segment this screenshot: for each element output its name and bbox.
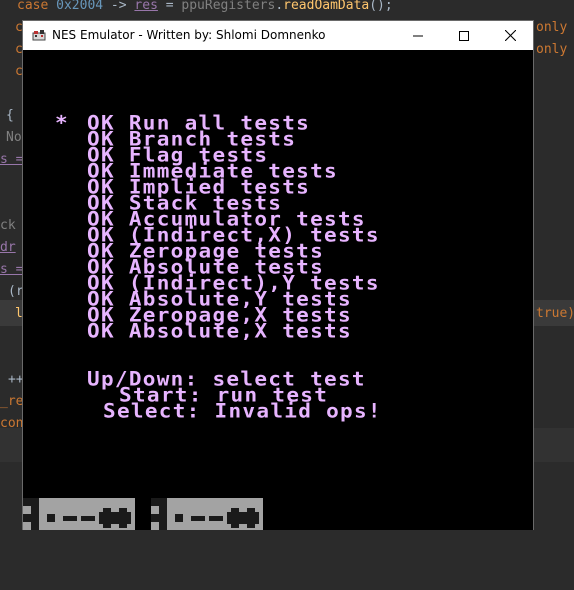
maximize-button[interactable] xyxy=(441,21,487,50)
code-fragment-right: true) xyxy=(536,306,574,321)
close-icon xyxy=(504,30,516,41)
title-bar[interactable]: NES Emulator - Written by: Shlomi Domnen… xyxy=(23,21,533,50)
test-row[interactable]: OK Absolute,X tests xyxy=(87,321,352,341)
window-title: NES Emulator - Written by: Shlomi Domnen… xyxy=(52,28,326,42)
selection-cursor: * xyxy=(55,111,69,134)
code-fragment-right: only xyxy=(536,42,568,57)
code-fragment: _re xyxy=(0,394,24,409)
code-fragment-right: only xyxy=(536,20,568,35)
emulator-window: NES Emulator - Written by: Shlomi Domnen… xyxy=(22,20,534,530)
controller-1-icon xyxy=(23,498,135,530)
nes-screen[interactable]: * OK Run all tests OK Branch tests OK Fl… xyxy=(23,50,533,530)
test-name: Absolute,X tests xyxy=(128,319,352,342)
test-status: OK xyxy=(87,319,115,342)
code-fragment: s = xyxy=(0,152,24,167)
minimize-icon xyxy=(413,35,423,36)
minimize-button[interactable] xyxy=(395,21,441,50)
help-select: Select: Invalid ops! xyxy=(103,399,382,422)
code-fragment: { xyxy=(6,108,14,123)
app-icon xyxy=(32,30,46,41)
maximize-icon xyxy=(459,30,469,41)
code-fragment: dr xyxy=(0,240,16,255)
close-button[interactable] xyxy=(487,21,533,50)
code-line-1: case 0x2004 -> res = ppuRegisters.readOa… xyxy=(17,0,393,13)
code-fragment: No xyxy=(6,130,22,145)
code-fragment: ck xyxy=(0,218,16,233)
code-fragment: s = xyxy=(0,262,24,277)
controller-2-icon xyxy=(151,498,263,530)
code-fragment: con xyxy=(0,416,24,431)
